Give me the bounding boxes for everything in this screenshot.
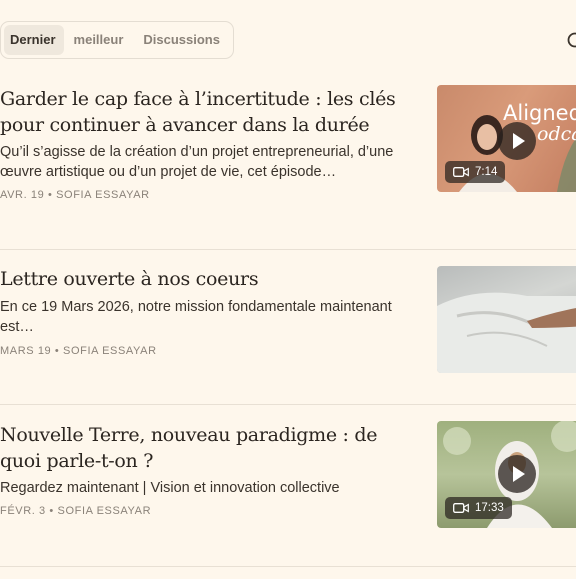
post-thumbnail[interactable]: 17:33 (437, 421, 576, 528)
divider (0, 249, 576, 250)
post-subtitle: En ce 19 Mars 2026, notre mission fondam… (0, 299, 392, 335)
thumbnail-title-text-2: odcas (537, 123, 576, 145)
video-camera-icon (453, 503, 469, 513)
duration-text: 17:33 (475, 502, 504, 514)
post-title[interactable]: Garder le cap face à l’incertitude : les… (0, 86, 420, 138)
duration-text: 7:14 (475, 166, 498, 178)
divider (0, 404, 576, 405)
post-meta: AVR. 19 • SOFIA ESSAYAR (0, 189, 150, 201)
tab-dernier[interactable]: Dernier (4, 25, 64, 55)
post-title[interactable]: Lettre ouverte à nos coeurs (0, 266, 420, 292)
video-duration-badge: 7:14 (445, 161, 506, 183)
sort-tabs: Dernier meilleur Discussions (0, 21, 234, 59)
play-icon[interactable] (498, 122, 536, 160)
play-icon[interactable] (498, 455, 536, 493)
post-subtitle: Qu’il s’agisse de la création d’un proje… (0, 144, 394, 180)
thumbnail-horse-image (437, 292, 576, 373)
post-thumbnail[interactable]: Aligned odcas 7:14 (437, 85, 576, 192)
post-title[interactable]: Nouvelle Terre, nouveau paradigme : de q… (0, 422, 420, 474)
search-icon[interactable] (566, 31, 576, 51)
post-thumbnail[interactable] (437, 266, 576, 373)
post-meta: MARS 19 • SOFIA ESSAYAR (0, 345, 157, 357)
tab-meilleur[interactable]: meilleur (64, 25, 134, 55)
divider (0, 566, 576, 567)
video-camera-icon (453, 167, 469, 177)
video-duration-badge: 17:33 (445, 497, 512, 519)
post-meta: FÉVR. 3 • SOFIA ESSAYAR (0, 505, 152, 517)
post-subtitle: Regardez maintenant | Vision et innovati… (0, 480, 340, 496)
tab-discussions[interactable]: Discussions (133, 25, 230, 55)
